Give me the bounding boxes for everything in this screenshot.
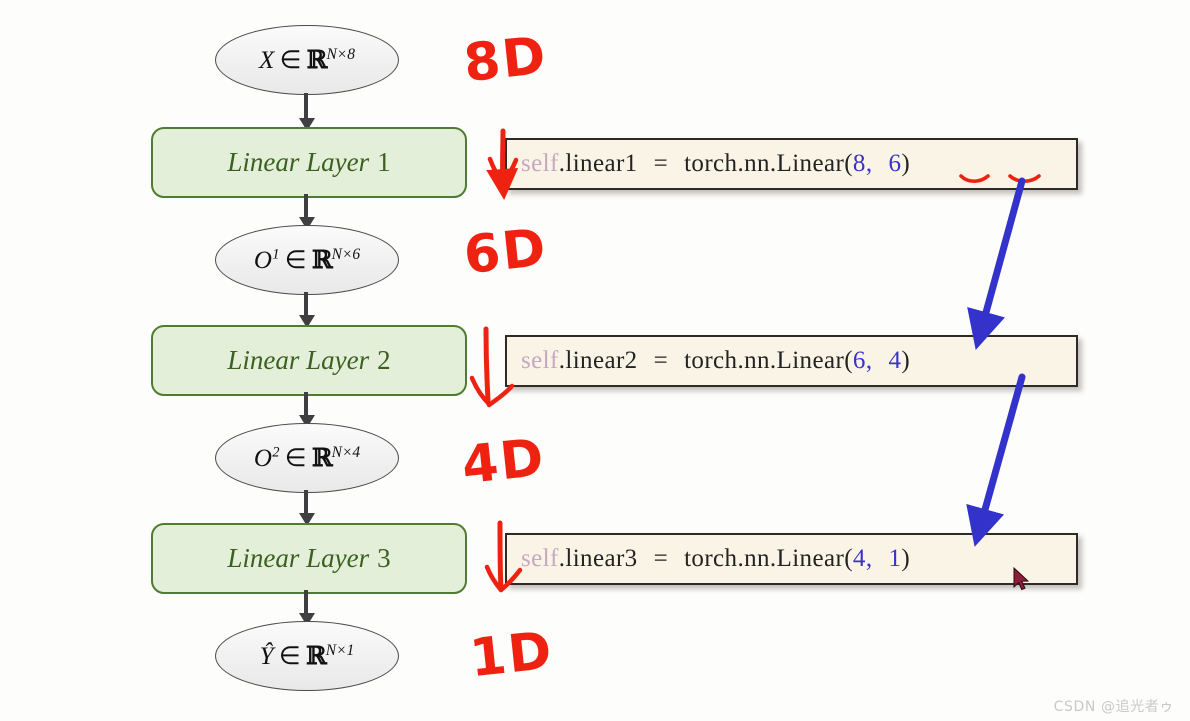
node-out2-ellipse: O2 ∈ ℝN×4 xyxy=(215,423,399,493)
code-open-paren-3: ( xyxy=(844,545,853,572)
connector-layer3-to-output xyxy=(298,590,315,626)
connector-input-to-layer1 xyxy=(298,93,315,131)
linear-layer-1-label: Linear Layer xyxy=(227,147,370,177)
code-call-1: torch.nn.Linear xyxy=(684,150,845,177)
blue-arrow-4-to-4 xyxy=(966,373,1026,547)
node-output-label: Ŷ ∈ ℝN×1 xyxy=(259,641,355,670)
node-out1-ellipse: O1 ∈ ℝN×6 xyxy=(215,225,399,295)
node-linear-layer-2: Linear Layer 2 xyxy=(151,325,467,396)
connector-layer1-to-out1 xyxy=(298,194,315,230)
node-linear-layer-1: Linear Layer 1 xyxy=(151,127,467,198)
code-box-line1: self. linear1 = torch.nn.Linear(8, 6) xyxy=(505,138,1078,190)
code-close-paren-2: ) xyxy=(901,347,911,374)
code-arg-in-1: 8 xyxy=(852,150,866,177)
code-box-line3: self. linear3 = torch.nn.Linear(4, 1) xyxy=(505,533,1078,585)
node-output-ellipse: Ŷ ∈ ℝN×1 xyxy=(215,621,399,691)
blue-arrow-6-to-6 xyxy=(967,177,1026,350)
code-dot-3: . xyxy=(558,545,566,572)
code-arg-out-2: 4 xyxy=(888,347,902,374)
code-arg-in-3: 4 xyxy=(852,545,866,572)
code-equals-1: = xyxy=(653,150,669,177)
node-out1-label: O1 ∈ ℝN×6 xyxy=(253,245,361,274)
code-equals-3: = xyxy=(653,545,669,572)
code-dot-2: . xyxy=(558,347,566,374)
node-input-label: X ∈ ℝN×8 xyxy=(259,45,355,74)
linear-layer-3-index: 3 xyxy=(377,543,391,573)
linear-layer-3-label: Linear Layer xyxy=(227,543,370,573)
connector-layer2-to-out2 xyxy=(298,392,315,428)
linear-layer-1-index: 1 xyxy=(377,147,391,177)
code-close-paren-1: ) xyxy=(901,150,911,177)
code-keyword-self-1: self xyxy=(521,150,559,177)
annotation-1d: 1D xyxy=(467,620,557,690)
code-comma-3: , xyxy=(865,545,873,572)
code-comma-1: , xyxy=(865,150,873,177)
code-comma-2: , xyxy=(865,347,873,374)
connector-out1-to-layer2 xyxy=(298,292,315,328)
code-dot-1: . xyxy=(558,150,566,177)
code-call-2: torch.nn.Linear xyxy=(684,347,845,374)
code-attr-1: linear1 xyxy=(565,150,638,177)
node-input-ellipse: X ∈ ℝN×8 xyxy=(215,25,399,95)
connector-out2-to-layer3 xyxy=(298,490,315,526)
code-keyword-self-3: self xyxy=(521,545,559,572)
annotation-8d: 8D xyxy=(461,25,551,95)
code-equals-2: = xyxy=(653,347,669,374)
annotation-6d: 6D xyxy=(461,217,551,287)
linear-layer-2-index: 2 xyxy=(377,345,391,375)
code-close-paren-3: ) xyxy=(901,545,911,572)
node-linear-layer-3: Linear Layer 3 xyxy=(151,523,467,594)
code-call-3: torch.nn.Linear xyxy=(684,545,845,572)
code-open-paren-2: ( xyxy=(844,347,853,374)
node-out2-label: O2 ∈ ℝN×4 xyxy=(253,443,361,472)
annotation-4d: 4D xyxy=(459,427,549,497)
code-open-paren-1: ( xyxy=(844,150,853,177)
code-keyword-self-2: self xyxy=(521,347,559,374)
code-arg-in-2: 6 xyxy=(852,347,866,374)
linear-layer-2-label: Linear Layer xyxy=(227,345,370,375)
csdn-watermark: CSDN @追光者ゥ xyxy=(1053,699,1174,715)
diagram-canvas: X ∈ ℝN×8 Linear Layer 1 O1 ∈ ℝN×6 Linear Laye… xyxy=(0,0,1190,721)
code-box-line2: self. linear2 = torch.nn.Linear(6, 4) xyxy=(505,335,1078,387)
code-attr-3: linear3 xyxy=(565,545,638,572)
code-arg-out-3: 1 xyxy=(888,545,902,572)
code-arg-out-1: 6 xyxy=(888,150,902,177)
code-attr-2: linear2 xyxy=(565,347,638,374)
